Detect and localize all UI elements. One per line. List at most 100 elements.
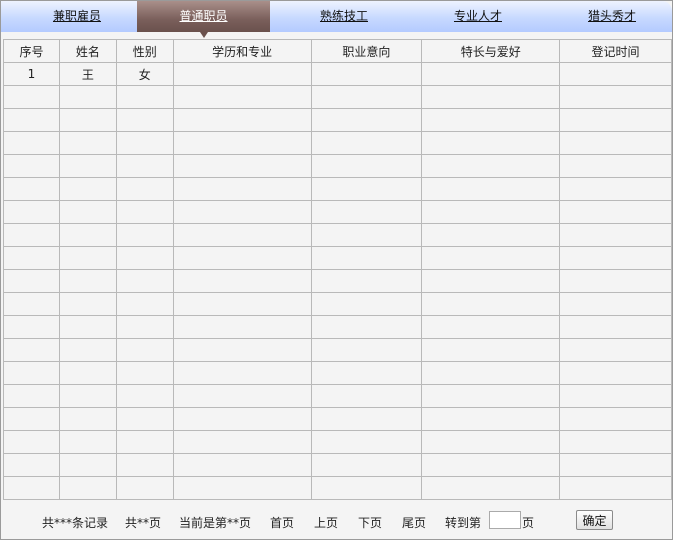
cell-register-time <box>559 62 672 86</box>
confirm-button[interactable]: 确定 <box>576 510 613 530</box>
first-page-link[interactable]: 首页 <box>270 514 294 531</box>
table-cell <box>421 476 561 500</box>
table-cell <box>58 200 117 224</box>
table-cell <box>310 223 423 247</box>
table-row[interactable] <box>3 246 672 270</box>
tab-part-time[interactable]: 兼职雇员 <box>21 1 133 32</box>
table-row[interactable] <box>3 430 672 454</box>
table-cell <box>115 292 174 316</box>
tab-regular-staff[interactable]: 普通职员 <box>137 1 270 38</box>
goto-page-input[interactable] <box>489 511 521 529</box>
table-cell <box>559 361 672 385</box>
table-cell <box>115 315 174 339</box>
table-cell <box>421 246 561 270</box>
table-cell <box>58 131 117 155</box>
cell-name: 王 <box>58 62 117 86</box>
table-cell <box>115 338 174 362</box>
table-cell <box>58 315 117 339</box>
table-cell <box>3 315 60 339</box>
table-cell <box>115 384 174 408</box>
table-cell <box>58 154 117 178</box>
table-row[interactable]: 1 王 女 <box>3 62 672 86</box>
tab-headhunter[interactable]: 猎头秀才 <box>556 1 668 32</box>
table-cell <box>58 292 117 316</box>
table-cell <box>310 200 423 224</box>
table-cell <box>172 338 312 362</box>
table-row[interactable] <box>3 384 672 408</box>
table-cell <box>172 453 312 477</box>
table-row[interactable] <box>3 223 672 247</box>
table-row[interactable] <box>3 200 672 224</box>
tab-professional[interactable]: 专业人才 <box>422 1 534 32</box>
table-cell <box>3 476 60 500</box>
table-row[interactable] <box>3 315 672 339</box>
table-cell <box>172 292 312 316</box>
candidate-table: 序号 姓名 性别 学历和专业 职业意向 特长与爱好 登记时间 1 王 女 <box>3 39 672 500</box>
table-cell <box>310 177 423 201</box>
table-cell <box>58 269 117 293</box>
table-cell <box>3 384 60 408</box>
table-cell <box>559 407 672 431</box>
prev-page-link[interactable]: 上页 <box>314 514 338 531</box>
col-header-skills-hobbies: 特长与爱好 <box>421 39 561 63</box>
table-cell <box>115 407 174 431</box>
table-cell <box>559 246 672 270</box>
table-cell <box>310 154 423 178</box>
table-cell <box>3 407 60 431</box>
col-header-education: 学历和专业 <box>172 39 312 63</box>
table-row[interactable] <box>3 407 672 431</box>
table-cell <box>559 338 672 362</box>
table-cell <box>172 85 312 109</box>
table-cell <box>559 315 672 339</box>
table-row[interactable] <box>3 131 672 155</box>
table-header-row: 序号 姓名 性别 学历和专业 职业意向 特长与爱好 登记时间 <box>3 39 672 63</box>
table-cell <box>421 292 561 316</box>
total-pages-text: 共**页 <box>125 516 162 530</box>
table-cell <box>310 269 423 293</box>
table-cell <box>58 361 117 385</box>
table-cell <box>3 361 60 385</box>
table-cell <box>559 131 672 155</box>
table-row[interactable] <box>3 108 672 132</box>
table-cell <box>3 338 60 362</box>
table-row[interactable] <box>3 361 672 385</box>
table-row[interactable] <box>3 177 672 201</box>
table-cell <box>58 476 117 500</box>
table-cell <box>3 453 60 477</box>
table-row[interactable] <box>3 292 672 316</box>
table-cell <box>3 292 60 316</box>
table-cell <box>115 269 174 293</box>
goto-page-suffix: 页 <box>522 516 535 530</box>
table-cell <box>310 108 423 132</box>
table-cell <box>172 476 312 500</box>
table-cell <box>58 108 117 132</box>
table-cell <box>115 246 174 270</box>
col-header-gender: 性别 <box>115 39 174 63</box>
table-row[interactable] <box>3 453 672 477</box>
cell-index: 1 <box>3 62 60 86</box>
table-row[interactable] <box>3 269 672 293</box>
cell-gender: 女 <box>115 62 174 86</box>
table-cell <box>58 453 117 477</box>
table-cell <box>172 154 312 178</box>
table-row[interactable] <box>3 85 672 109</box>
table-cell <box>3 85 60 109</box>
table-cell <box>115 200 174 224</box>
next-page-link[interactable]: 下页 <box>358 514 382 531</box>
table-cell <box>172 246 312 270</box>
table-cell <box>310 315 423 339</box>
tab-skilled-worker[interactable]: 熟练技工 <box>288 1 400 32</box>
table-cell <box>3 154 60 178</box>
table-row[interactable] <box>3 476 672 500</box>
table-cell <box>3 223 60 247</box>
col-header-career-intent: 职业意向 <box>310 39 423 63</box>
table-cell <box>310 131 423 155</box>
table-cell <box>559 108 672 132</box>
table-row[interactable] <box>3 154 672 178</box>
table-cell <box>421 177 561 201</box>
table-row[interactable] <box>3 338 672 362</box>
table-cell <box>3 108 60 132</box>
last-page-link[interactable]: 尾页 <box>402 514 426 531</box>
table-cell <box>3 177 60 201</box>
table-cell <box>58 177 117 201</box>
